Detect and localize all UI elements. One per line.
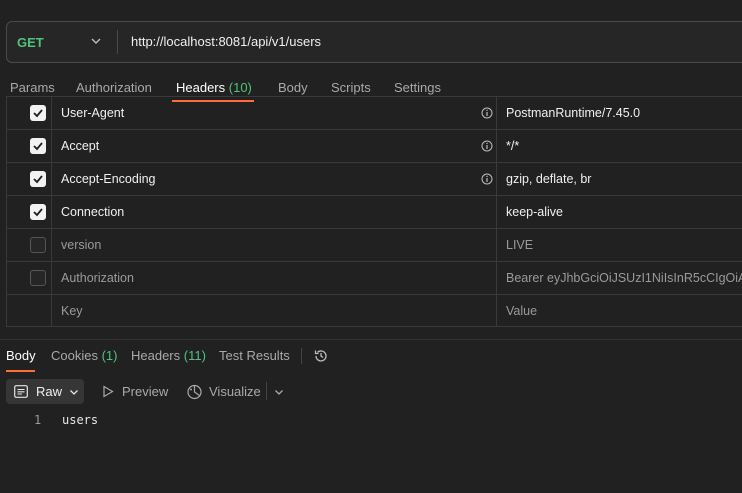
info-icon[interactable]	[481, 140, 493, 152]
method-label: GET	[17, 34, 44, 50]
header-key[interactable]: version	[61, 238, 101, 252]
header-enabled-checkbox[interactable]	[30, 270, 46, 286]
info-icon[interactable]	[481, 107, 493, 119]
line-number: 1	[34, 413, 42, 427]
tab-params[interactable]: Params	[10, 80, 55, 95]
table-row-new: Key Value	[7, 294, 742, 326]
table-row: Accept */*	[7, 129, 742, 162]
table-row: Accept-Encoding gzip, deflate, br	[7, 162, 742, 195]
chevron-down-icon[interactable]	[273, 386, 285, 398]
headers-table: User-Agent PostmanRuntime/7.45.0 Accept …	[6, 96, 742, 327]
table-row: User-Agent PostmanRuntime/7.45.0	[7, 96, 742, 129]
header-value[interactable]: PostmanRuntime/7.45.0	[506, 106, 640, 120]
url-input[interactable]: http://localhost:8081/api/v1/users	[131, 34, 321, 49]
new-header-value-input[interactable]: Value	[506, 304, 537, 318]
active-response-tab-underline	[6, 370, 35, 372]
header-enabled-checkbox[interactable]	[30, 171, 46, 187]
header-enabled-checkbox[interactable]	[30, 105, 46, 121]
tab-cookies[interactable]: Cookies (1)	[51, 348, 117, 363]
tab-separator	[301, 348, 302, 364]
tab-response-headers[interactable]: Headers (11)	[131, 348, 206, 363]
url-divider	[117, 30, 118, 54]
chevron-down-icon	[91, 38, 101, 44]
header-value[interactable]: Bearer eyJhbGciOiJSUzI1NiIsInR5cCIgOiA	[506, 271, 742, 285]
checkmark-icon	[33, 208, 43, 217]
response-divider	[0, 339, 742, 340]
header-value[interactable]: */*	[506, 139, 519, 153]
header-enabled-checkbox[interactable]	[30, 237, 46, 253]
header-key[interactable]: Accept	[61, 139, 99, 153]
checkmark-icon	[33, 175, 43, 184]
new-header-key-input[interactable]: Key	[61, 304, 83, 318]
cookies-count: (1)	[101, 348, 118, 363]
preview-label: Preview	[122, 384, 169, 399]
tab-scripts[interactable]: Scripts	[331, 80, 371, 95]
play-icon	[103, 385, 114, 398]
header-key[interactable]: Accept-Encoding	[61, 172, 156, 186]
method-selector[interactable]: GET	[7, 22, 113, 62]
format-dropdown[interactable]: Raw	[6, 379, 84, 404]
header-key[interactable]: Connection	[61, 205, 124, 219]
tab-test-results[interactable]: Test Results	[219, 348, 290, 363]
tab-body[interactable]: Body	[278, 80, 308, 95]
table-row: version LIVE	[7, 228, 742, 261]
code-line: users	[62, 413, 99, 427]
table-row: Authorization Bearer eyJhbGciOiJSUzI1NiI…	[7, 261, 742, 294]
url-bar: GET http://localhost:8081/api/v1/users	[6, 21, 742, 63]
header-key[interactable]: Authorization	[61, 271, 134, 285]
header-value[interactable]: gzip, deflate, br	[506, 172, 591, 186]
header-enabled-checkbox[interactable]	[30, 138, 46, 154]
checkmark-icon	[33, 109, 43, 118]
checkmark-icon	[33, 142, 43, 151]
info-icon[interactable]	[481, 173, 493, 185]
header-key[interactable]: User-Agent	[61, 106, 124, 120]
tab-authorization[interactable]: Authorization	[76, 80, 152, 95]
header-enabled-checkbox[interactable]	[30, 204, 46, 220]
tab-headers[interactable]: Headers (10)	[176, 80, 252, 95]
table-row: Connection keep-alive	[7, 195, 742, 228]
response-headers-count: (11)	[183, 348, 206, 363]
history-icon[interactable]	[313, 348, 329, 364]
headers-count: (10)	[228, 80, 252, 95]
response-tabs: Body Cookies (1) Headers (11) Test Resul…	[0, 348, 742, 372]
visualize-separator	[266, 382, 267, 400]
raw-format-icon	[14, 385, 28, 398]
chevron-down-icon	[70, 390, 78, 395]
visualize-icon	[187, 384, 202, 400]
format-label: Raw	[36, 384, 63, 399]
header-value[interactable]: LIVE	[506, 238, 533, 252]
tab-settings[interactable]: Settings	[394, 80, 441, 95]
visualize-label: Visualize	[209, 384, 261, 399]
header-value[interactable]: keep-alive	[506, 205, 563, 219]
tab-response-body[interactable]: Body	[6, 348, 36, 363]
